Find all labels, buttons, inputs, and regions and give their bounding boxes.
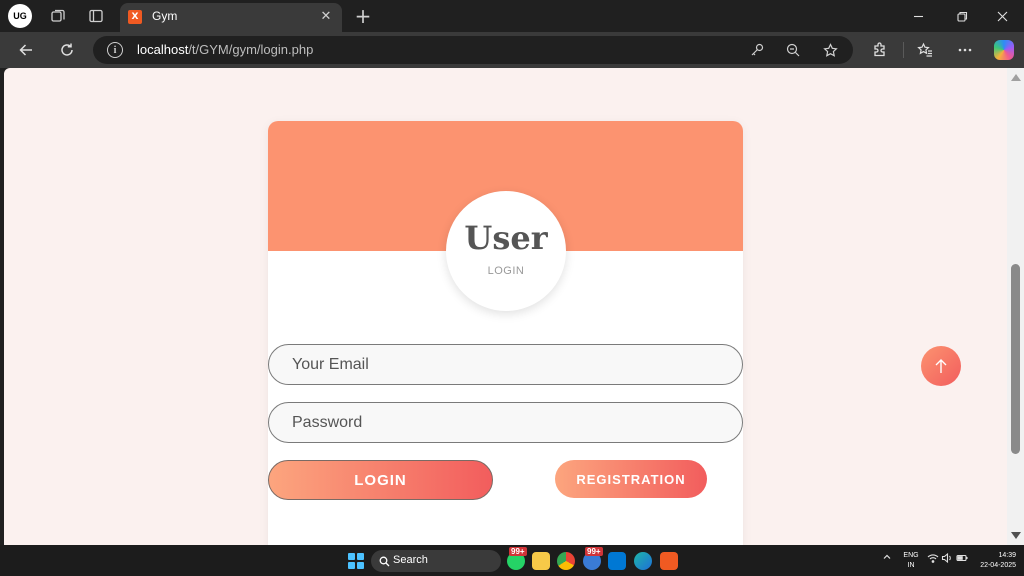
tab-actions-icon[interactable] (86, 6, 106, 26)
workspaces-icon[interactable] (48, 6, 68, 26)
address-bar[interactable]: i localhost/t/GYM/gym/login.php (93, 36, 853, 64)
url-host: localhost (137, 42, 189, 57)
new-tab-icon[interactable]: + (352, 4, 374, 28)
clock-date: 22-04-2025 (980, 562, 1016, 569)
language-line2: IN (907, 562, 915, 569)
user-badge: User LOGIN (446, 191, 566, 311)
minimize-icon[interactable] (896, 0, 940, 32)
clock[interactable]: 14:39 22-04-2025 (972, 551, 1016, 571)
scroll-down-arrow-icon[interactable] (1011, 532, 1021, 539)
taskbar-search[interactable]: Search (371, 550, 501, 572)
tab-strip: UG X Gym ✕ + (0, 0, 1024, 32)
info-icon[interactable]: i (107, 42, 123, 58)
whatsapp-badge: 99+ (509, 547, 527, 556)
url-path: /t/GYM/gym/login.php (188, 42, 314, 57)
language-indicator[interactable]: ENG IN (902, 551, 920, 571)
wifi-icon[interactable] (927, 552, 939, 564)
file-explorer-icon[interactable] (532, 552, 550, 570)
search-icon (377, 554, 391, 568)
key-icon[interactable] (748, 41, 766, 59)
language-line1: ENG (903, 552, 919, 559)
login-card: User LOGIN LOGIN REGISTRATION (268, 121, 743, 545)
star-icon[interactable] (821, 41, 839, 59)
profile-avatar[interactable]: UG (8, 4, 32, 28)
arrow-up-icon (935, 359, 947, 373)
password-input[interactable] (268, 402, 743, 443)
chrome-icon[interactable] (557, 552, 575, 570)
card-subtitle: LOGIN (487, 265, 525, 277)
url-text[interactable]: localhost/t/GYM/gym/login.php (137, 42, 313, 57)
scroll-up-arrow-icon[interactable] (1011, 74, 1021, 81)
edge-icon[interactable] (634, 552, 652, 570)
copilot-icon[interactable] (994, 40, 1014, 60)
search-label: Search (393, 554, 428, 566)
extensions-icon[interactable] (870, 40, 890, 60)
windows-start-icon[interactable] (348, 553, 364, 569)
email-input[interactable] (268, 344, 743, 385)
back-arrow-icon[interactable] (14, 38, 38, 62)
close-window-icon[interactable] (980, 0, 1024, 32)
card-title: User (464, 219, 548, 257)
page-viewport: User LOGIN LOGIN REGISTRATION (4, 68, 1007, 545)
xampp-icon[interactable] (660, 552, 678, 570)
volume-icon[interactable] (941, 552, 953, 564)
close-tab-icon[interactable]: ✕ (318, 8, 334, 24)
zoom-out-icon[interactable] (784, 41, 802, 59)
registration-button[interactable]: REGISTRATION (555, 460, 707, 498)
scrollbar-thumb[interactable] (1011, 264, 1020, 454)
xampp-favicon-icon: X (128, 10, 142, 24)
tab-gym[interactable]: X Gym ✕ (120, 3, 342, 32)
battery-icon[interactable] (956, 552, 968, 564)
refresh-icon[interactable] (55, 38, 79, 62)
toolbar-separator (903, 42, 904, 58)
page-scrollbar[interactable] (1007, 68, 1024, 545)
clock-time: 14:39 (998, 552, 1016, 559)
tab-title: Gym (152, 9, 178, 23)
scroll-to-top-button[interactable] (921, 346, 961, 386)
chevron-up-icon[interactable] (882, 552, 892, 562)
app-badge: 99+ (585, 547, 603, 556)
vscode-icon[interactable] (608, 552, 626, 570)
favorites-icon[interactable] (915, 40, 935, 60)
login-button[interactable]: LOGIN (268, 460, 493, 500)
taskbar: Search 99+ 99+ ENG IN 14:39 22-04-2025 (0, 545, 1024, 576)
browser-toolbar: i localhost/t/GYM/gym/login.php (0, 32, 1024, 68)
more-icon[interactable] (955, 40, 975, 60)
restore-icon[interactable] (940, 0, 984, 32)
